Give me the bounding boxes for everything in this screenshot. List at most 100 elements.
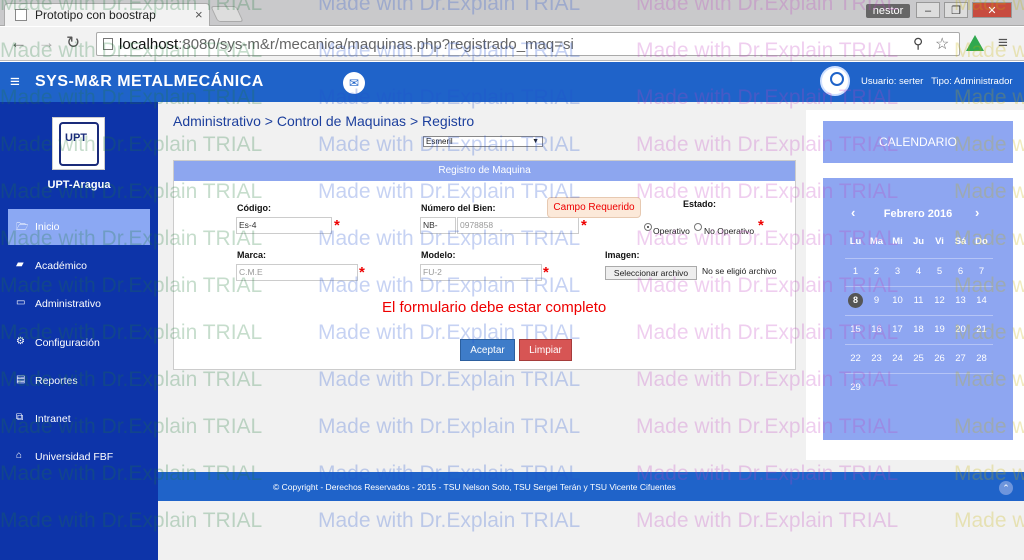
estado-no-operativo-radio[interactable] <box>694 223 702 231</box>
calendar-day[interactable]: 26 <box>929 353 950 364</box>
calendar-day[interactable]: 2 <box>866 266 887 277</box>
calendar-day[interactable]: 22 <box>845 353 866 364</box>
chevron-right-icon[interactable]: › <box>975 205 979 220</box>
sidebar-item-configuracion[interactable]: ⚙ Configuración <box>8 325 150 361</box>
scroll-top-icon[interactable]: ⌃ <box>999 481 1013 495</box>
sidebar: UPT UPT-Aragua 🗁 Inicio ▰ Académico ▭ Ad… <box>0 102 158 560</box>
hamburger-menu-icon[interactable]: ≡ <box>10 72 20 92</box>
calendar-day[interactable]: 8 <box>848 293 863 308</box>
calendar-weekday: Ma <box>869 236 884 247</box>
required-marker: * <box>758 217 764 234</box>
forward-icon[interactable]: → <box>38 33 55 53</box>
calendar-day[interactable]: 20 <box>950 324 971 335</box>
user-type: Tipo: Administrador <box>931 76 1013 87</box>
numero-input[interactable]: 0978858 <box>457 217 579 234</box>
sidebar-item-reportes[interactable]: ▤ Reportes <box>8 363 150 399</box>
window-close-button[interactable]: ✕ <box>972 2 1012 18</box>
calendar-day[interactable]: 21 <box>971 324 992 335</box>
calendar-day[interactable]: 19 <box>929 324 950 335</box>
sidebar-item-academico[interactable]: ▰ Académico <box>8 248 150 284</box>
new-tab-button[interactable] <box>210 6 244 22</box>
page-background <box>158 501 1024 560</box>
user-avatar[interactable] <box>820 66 850 96</box>
calendar-day[interactable]: 5 <box>929 266 950 277</box>
calendar-day[interactable]: 17 <box>887 324 908 335</box>
calendar-day[interactable]: 25 <box>908 353 929 364</box>
reload-icon[interactable]: ↻ <box>66 33 80 53</box>
sidebar-item-administrativo[interactable]: ▭ Administrativo <box>8 286 150 322</box>
user-name: Usuario: serter <box>861 76 924 87</box>
minimize-button[interactable]: – <box>916 2 940 18</box>
campus-name: UPT-Aragua <box>47 179 111 191</box>
calendar-title: CALENDARIO <box>823 121 1013 163</box>
calendar-weekday: Sá <box>954 236 967 247</box>
zoom-icon[interactable]: ⚲ <box>913 35 923 52</box>
calendar-weekday: Ju <box>912 236 925 247</box>
calendar-day[interactable]: 18 <box>908 324 929 335</box>
app-header: ≡ SYS-M&R METALMECÁNICA ✉ Usuario: serte… <box>0 62 1024 102</box>
calendar-day[interactable]: 12 <box>929 295 950 306</box>
university-icon: ⌂ <box>16 450 23 461</box>
required-marker: * <box>543 264 549 281</box>
book-icon: ▰ <box>16 259 24 270</box>
page-icon <box>15 9 27 21</box>
close-icon[interactable]: × <box>195 7 203 22</box>
numero-label: Número del Bien: <box>421 203 496 213</box>
browser-tab-bar: Prototipo con boostrap × nestor – ❐ ✕ <box>0 0 1024 26</box>
clear-button[interactable]: Limpiar <box>519 339 572 361</box>
drive-extension-icon[interactable] <box>966 35 984 51</box>
accept-button[interactable]: Aceptar <box>460 339 515 361</box>
required-marker: * <box>334 217 340 234</box>
codigo-label: Código: <box>237 203 271 213</box>
address-bar[interactable]: localhost:8080/sys-m&r/mecanica/maquinas… <box>96 32 960 56</box>
calendar-day[interactable]: 1 <box>845 266 866 277</box>
calendar-day[interactable]: 6 <box>950 266 971 277</box>
browser-menu-icon[interactable]: ≡ <box>998 33 1008 53</box>
calendar-day[interactable]: 24 <box>887 353 908 364</box>
calendar-day[interactable]: 16 <box>866 324 887 335</box>
browser-toolbar: ← → ↻ localhost:8080/sys-m&r/mecanica/ma… <box>0 27 1024 61</box>
calendar-day[interactable]: 4 <box>908 266 929 277</box>
imagen-label: Imagen: <box>605 250 640 260</box>
folder-open-icon: 🗁 <box>16 222 29 233</box>
back-icon[interactable]: ← <box>10 33 27 53</box>
maximize-button[interactable]: ❐ <box>944 2 968 18</box>
calendar-day[interactable]: 28 <box>971 353 992 364</box>
calendar-day[interactable]: 29 <box>845 382 866 393</box>
calendar-day[interactable]: 15 <box>845 324 866 335</box>
estado-operativo-label: Operativo <box>653 226 690 236</box>
calendar-day[interactable]: 7 <box>971 266 992 277</box>
calendar-day[interactable]: 9 <box>866 295 887 306</box>
sidebar-item-intranet[interactable]: ⧉ Intranet <box>8 401 150 437</box>
required-tooltip: Campo Requerido <box>547 197 641 218</box>
chevron-left-icon[interactable]: ‹ <box>851 205 855 220</box>
bookmark-star-icon[interactable]: ☆ <box>935 34 949 54</box>
sidebar-item-inicio[interactable]: 🗁 Inicio <box>8 209 150 245</box>
calendar-divider <box>845 286 993 287</box>
modelo-input[interactable]: FU-2 <box>420 264 542 281</box>
sidebar-item-universidad[interactable]: ⌂ Universidad FBF <box>8 439 150 475</box>
gears-icon: ⚙ <box>16 336 25 347</box>
browser-tab[interactable]: Prototipo con boostrap × <box>4 3 210 26</box>
calendar-day[interactable]: 13 <box>950 295 971 306</box>
document-icon: ▤ <box>16 374 26 385</box>
calendar-day[interactable]: 27 <box>950 353 971 364</box>
calendar-day[interactable]: 11 <box>908 295 929 306</box>
codigo-input[interactable]: Es-4 <box>236 217 332 234</box>
required-marker: * <box>581 217 587 234</box>
calendar-day[interactable]: 14 <box>971 295 992 306</box>
breadcrumb[interactable]: Administrativo > Control de Maquinas > R… <box>173 113 474 129</box>
calendar-day[interactable]: 10 <box>887 295 908 306</box>
calendar-month: Febrero 2016 <box>883 208 953 220</box>
marca-label: Marca: <box>237 250 267 260</box>
estado-operativo-radio[interactable] <box>644 223 652 231</box>
calendar-day[interactable]: 3 <box>887 266 908 277</box>
calendar-weekday: Do <box>975 236 988 247</box>
select-file-button[interactable]: Seleccionar archivo <box>605 266 697 280</box>
machine-type-select[interactable]: Esmeril ▼ <box>423 136 543 147</box>
user-info: Usuario: serter Tipo: Administrador <box>861 76 1013 87</box>
marca-input[interactable]: C.M.E <box>236 264 358 281</box>
mail-icon[interactable]: ✉ <box>343 72 365 94</box>
browser-user-badge[interactable]: nestor <box>866 4 910 18</box>
calendar-day[interactable]: 23 <box>866 353 887 364</box>
